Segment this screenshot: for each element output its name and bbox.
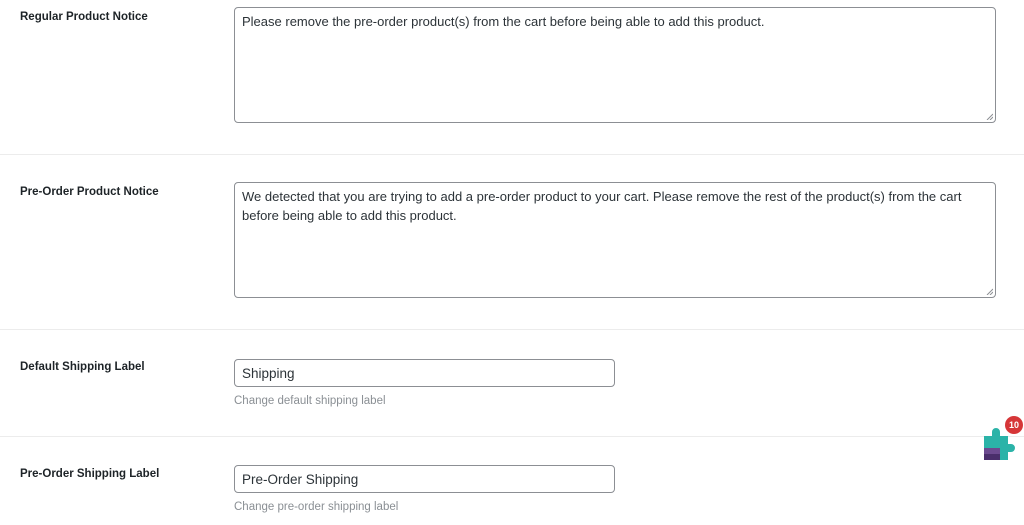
pre-order-shipping-label-description: Change pre-order shipping label: [234, 501, 399, 513]
regular-product-notice-row: Regular Product Notice Please remove the…: [0, 0, 1024, 155]
pre-order-shipping-label-row: Pre-Order Shipping Label Change pre-orde…: [0, 437, 1024, 525]
pre-order-product-notice-row: Pre-Order Product Notice We detected tha…: [0, 155, 1024, 330]
settings-form: Regular Product Notice Please remove the…: [0, 0, 1024, 525]
pre-order-product-notice-label: Pre-Order Product Notice: [20, 186, 159, 198]
regular-product-notice-label: Regular Product Notice: [20, 11, 148, 23]
default-shipping-label-label: Default Shipping Label: [20, 361, 145, 373]
pre-order-shipping-label-label: Pre-Order Shipping Label: [20, 468, 160, 480]
default-shipping-label-description: Change default shipping label: [234, 395, 386, 407]
default-shipping-label-row: Default Shipping Label Change default sh…: [0, 330, 1024, 437]
notification-badge: 10: [1005, 416, 1023, 434]
pre-order-product-notice-textarea[interactable]: We detected that you are trying to add a…: [234, 182, 996, 298]
default-shipping-label-input[interactable]: [234, 359, 615, 387]
regular-product-notice-textarea[interactable]: Please remove the pre-order product(s) f…: [234, 7, 996, 123]
pre-order-shipping-label-input[interactable]: [234, 465, 615, 493]
plugin-widget[interactable]: 10: [976, 416, 1024, 464]
